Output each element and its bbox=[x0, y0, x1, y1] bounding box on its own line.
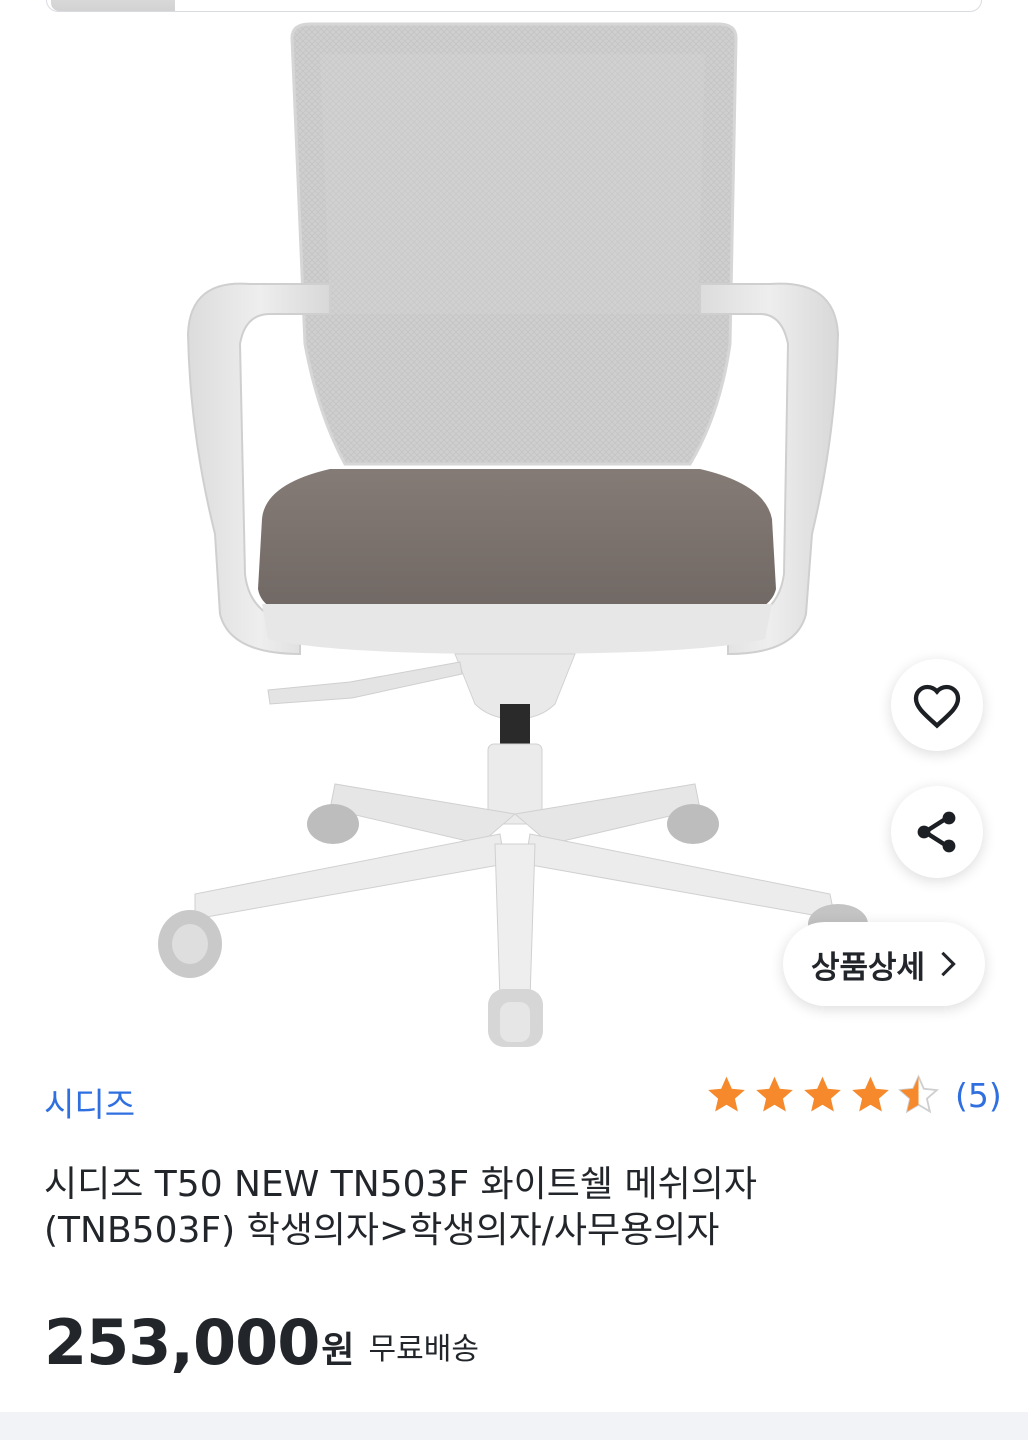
rating[interactable]: (5) bbox=[704, 1073, 1002, 1117]
share-button[interactable] bbox=[891, 786, 983, 878]
like-button[interactable] bbox=[891, 659, 983, 751]
shipping-badge: 무료배송 bbox=[368, 1332, 479, 1367]
bottom-divider bbox=[0, 1412, 1028, 1440]
rating-stars bbox=[704, 1073, 941, 1117]
star-half-icon bbox=[897, 1074, 940, 1114]
review-count[interactable]: (5) bbox=[955, 1076, 1002, 1115]
brand-link[interactable]: 시디즈 bbox=[44, 1078, 135, 1126]
product-detail-button[interactable]: 상품상세 bbox=[783, 922, 985, 1006]
search-bar[interactable] bbox=[46, 0, 982, 12]
price: 253,000 bbox=[44, 1306, 320, 1379]
price-row: 253,000 원 무료배송 bbox=[44, 1310, 479, 1376]
product-title-line2: (TNB503F) 학생의자>학생의자/사무용의자 bbox=[44, 1210, 720, 1251]
star-full-icon bbox=[852, 1076, 889, 1112]
share-icon bbox=[917, 811, 956, 853]
star-full-icon bbox=[804, 1076, 841, 1112]
product-page: 상품상세 시디즈 (5) 시디즈 T50 NEW TN503F 화이트쉘 메쉬의… bbox=[0, 0, 1028, 1440]
chevron-right-icon bbox=[941, 951, 956, 977]
product-detail-label: 상품상세 bbox=[810, 949, 926, 986]
product-title-line1: 시디즈 T50 NEW TN503F 화이트쉘 메쉬의자 bbox=[44, 1164, 757, 1205]
star-full-icon bbox=[708, 1076, 745, 1112]
star-full-icon bbox=[756, 1076, 793, 1112]
product-image[interactable] bbox=[0, 14, 1028, 1054]
heart-outline-icon bbox=[913, 684, 961, 729]
thumbnail-image[interactable] bbox=[51, 0, 175, 11]
currency: 원 bbox=[321, 1330, 355, 1371]
product-title: 시디즈 T50 NEW TN503F 화이트쉘 메쉬의자 (TNB503F) 학… bbox=[44, 1162, 944, 1254]
